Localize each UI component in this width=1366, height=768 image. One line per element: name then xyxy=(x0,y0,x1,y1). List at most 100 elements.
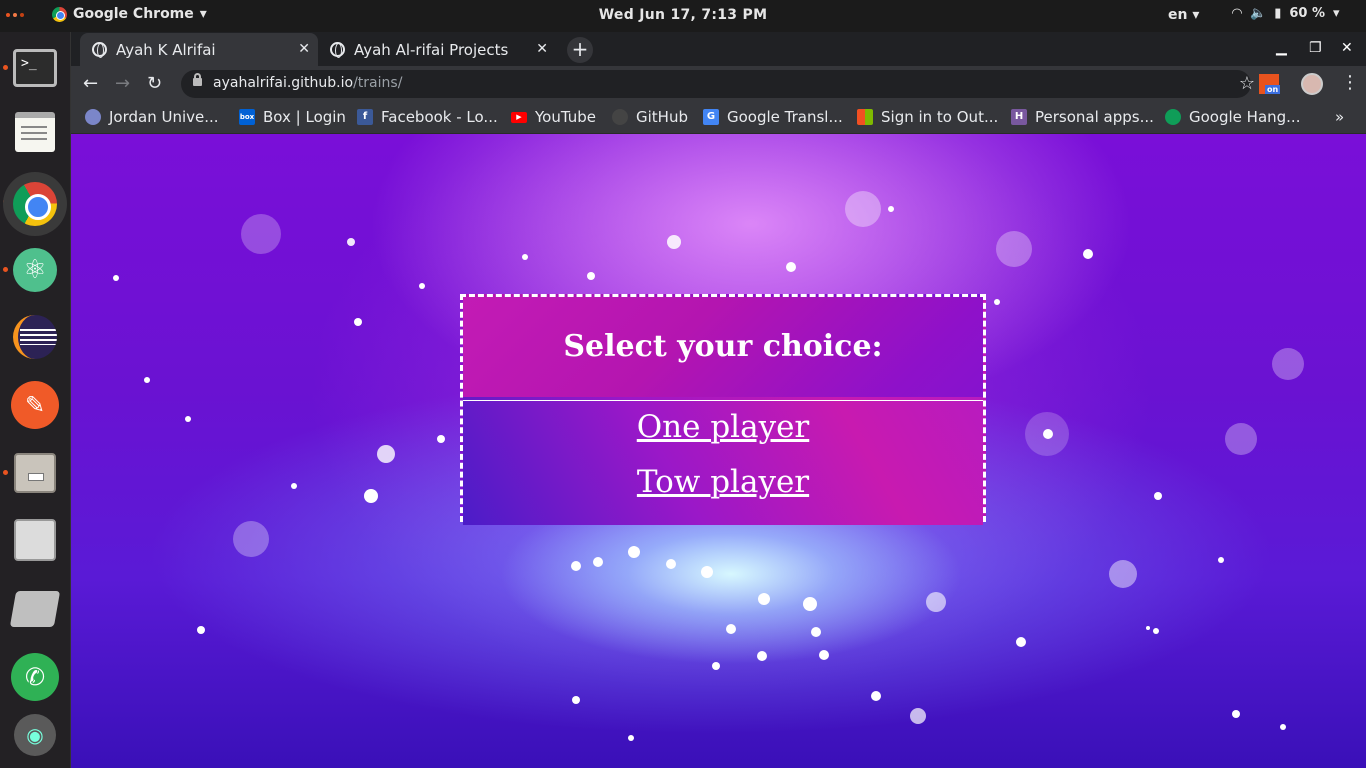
bookmark-label: Personal apps... xyxy=(1035,108,1154,126)
extension-icon[interactable]: on xyxy=(1259,74,1281,94)
box-icon: box xyxy=(239,109,255,125)
url-text: ayahalrifai.github.io/trains/ xyxy=(213,75,402,91)
text-editor-icon xyxy=(15,112,55,152)
volume-icon: 🔈 xyxy=(1250,6,1267,21)
bookmark-label: Box | Login xyxy=(263,108,346,126)
reload-icon[interactable]: ↻ xyxy=(147,73,162,94)
bookmark-facebook[interactable]: f Facebook - Lo... xyxy=(357,108,498,126)
bookmark-star-icon[interactable]: ☆ xyxy=(1239,73,1255,94)
bookmark-jordan-university[interactable]: Jordan Unive... xyxy=(85,108,219,126)
terminal-icon: >_ xyxy=(13,49,57,87)
youtube-icon: ▶ xyxy=(511,111,527,123)
choice-panel: Select your choice: One player Tow playe… xyxy=(460,294,986,525)
extension-badge: on xyxy=(1265,85,1281,94)
chrome-icon xyxy=(52,6,67,22)
wrench-icon xyxy=(9,591,61,627)
phone-icon: ✆ xyxy=(11,653,59,701)
bookmark-outlook[interactable]: Sign in to Out... xyxy=(857,108,998,126)
more-bookmarks-icon[interactable]: » xyxy=(1335,108,1344,126)
atom-launcher[interactable]: ⚛ xyxy=(8,243,62,297)
facebook-icon: f xyxy=(357,109,373,125)
tab-ayah-al-rifai-projects[interactable]: Ayah Al-rifai Projects ✕ xyxy=(318,33,556,66)
eclipse-launcher[interactable] xyxy=(8,310,62,364)
two-player-link[interactable]: Tow player xyxy=(463,464,983,500)
close-window-icon[interactable]: ✕ xyxy=(1341,40,1353,56)
files-launcher[interactable] xyxy=(8,446,62,500)
bookmark-label: GitHub xyxy=(636,108,688,126)
address-bar[interactable]: ayahalrifai.github.io/trains/ ☆ xyxy=(181,70,1255,98)
battery-percent: 60 % xyxy=(1289,6,1325,21)
bookmark-label: Google Transl... xyxy=(727,108,843,126)
chevron-down-icon: ▾ xyxy=(199,6,207,22)
one-player-link[interactable]: One player xyxy=(463,409,983,445)
launcher: >_ ⚛ ✎ ✆ ◉ xyxy=(0,32,71,768)
settings-launcher[interactable] xyxy=(8,513,62,567)
bookmark-github[interactable]: GitHub xyxy=(612,108,688,126)
bookmark-box-login[interactable]: box Box | Login xyxy=(239,108,346,126)
eclipse-icon xyxy=(13,315,57,359)
browser-toolbar: ← → ↻ ayahalrifai.github.io/trains/ ☆ on… xyxy=(71,66,1366,102)
battery-icon: ▮ xyxy=(1274,6,1282,21)
app-name: Google Chrome xyxy=(73,6,194,22)
tab-bar: Ayah K Alrifai ✕ Ayah Al-rifai Projects … xyxy=(71,32,1366,66)
phone-launcher[interactable]: ✆ xyxy=(8,650,62,704)
bookmarks-bar: Jordan Unive... box Box | Login f Facebook… xyxy=(71,102,1366,134)
new-tab-button[interactable]: + xyxy=(567,37,593,63)
globe-icon xyxy=(330,42,345,58)
page-title: Select your choice: xyxy=(563,329,883,364)
terminal-launcher[interactable]: >_ xyxy=(8,41,62,95)
chrome-launcher[interactable] xyxy=(3,172,67,236)
lock-icon[interactable] xyxy=(193,73,202,86)
pencil-icon: ✎ xyxy=(11,381,59,429)
language-label: en xyxy=(1168,7,1188,23)
file-cabinet-icon xyxy=(14,453,56,493)
url-host: ayahalrifai.github.io xyxy=(213,75,354,91)
bookmark-label: Jordan Unive... xyxy=(109,108,219,126)
url-path: /trains/ xyxy=(353,75,403,91)
bookmark-hangouts[interactable]: Google Hang... xyxy=(1165,108,1300,126)
bookmark-label: Sign in to Out... xyxy=(881,108,999,126)
maximize-icon[interactable]: ❐ xyxy=(1309,40,1322,56)
wifi-icon: ◠ xyxy=(1232,6,1242,21)
system-top-bar: Google Chrome ▾ Wed Jun 17, 7:13 PM en ▾… xyxy=(0,0,1366,32)
app-menu[interactable]: Google Chrome ▾ xyxy=(52,6,207,22)
language-selector[interactable]: en ▾ xyxy=(1168,7,1199,23)
atom-icon: ⚛ xyxy=(13,248,57,292)
system-tray[interactable]: ◠ 🔈 ▮ 60 % ▾ xyxy=(1232,6,1340,21)
text-editor-launcher[interactable] xyxy=(8,105,62,159)
tools-launcher[interactable] xyxy=(8,582,62,636)
profile-avatar[interactable] xyxy=(1301,73,1323,95)
bookmark-label: Google Hang... xyxy=(1189,108,1301,126)
mixer-icon xyxy=(14,519,56,561)
back-icon[interactable]: ← xyxy=(83,73,98,94)
globe-icon xyxy=(92,42,107,58)
divider xyxy=(463,400,983,401)
bookmark-heroku[interactable]: H Personal apps... xyxy=(1011,108,1154,126)
close-tab-icon[interactable]: ✕ xyxy=(298,41,310,57)
galaxy-background: Select your choice: One player Tow playe… xyxy=(71,134,1366,768)
tab-title: Ayah K Alrifai xyxy=(116,40,216,59)
minimize-icon[interactable]: ▁ xyxy=(1276,40,1287,56)
kebab-menu-icon[interactable]: ⋮ xyxy=(1341,72,1359,93)
chrome-icon xyxy=(3,172,67,236)
bookmark-label: Facebook - Lo... xyxy=(381,108,498,126)
user-launcher[interactable]: ◉ xyxy=(8,708,62,762)
heroku-icon: H xyxy=(1011,109,1027,125)
microsoft-icon xyxy=(857,109,873,125)
bookmark-google-translate[interactable]: G Google Transl... xyxy=(703,108,843,126)
translate-icon: G xyxy=(703,109,719,125)
forward-icon[interactable]: → xyxy=(115,73,130,94)
clock[interactable]: Wed Jun 17, 7:13 PM xyxy=(599,7,768,23)
university-icon xyxy=(85,109,101,125)
tab-ayah-k-alrifai[interactable]: Ayah K Alrifai ✕ xyxy=(80,33,318,66)
hangouts-icon xyxy=(1165,109,1181,125)
close-tab-icon[interactable]: ✕ xyxy=(536,41,548,57)
tab-title: Ayah Al-rifai Projects xyxy=(354,40,509,59)
drawing-launcher[interactable]: ✎ xyxy=(8,378,62,432)
avatar-icon: ◉ xyxy=(14,714,56,756)
activities-dots[interactable] xyxy=(6,13,24,17)
bookmark-youtube[interactable]: ▶ YouTube xyxy=(511,108,596,126)
github-icon xyxy=(612,109,628,125)
bookmark-label: YouTube xyxy=(535,108,596,126)
chevron-down-icon: ▾ xyxy=(1333,6,1340,21)
